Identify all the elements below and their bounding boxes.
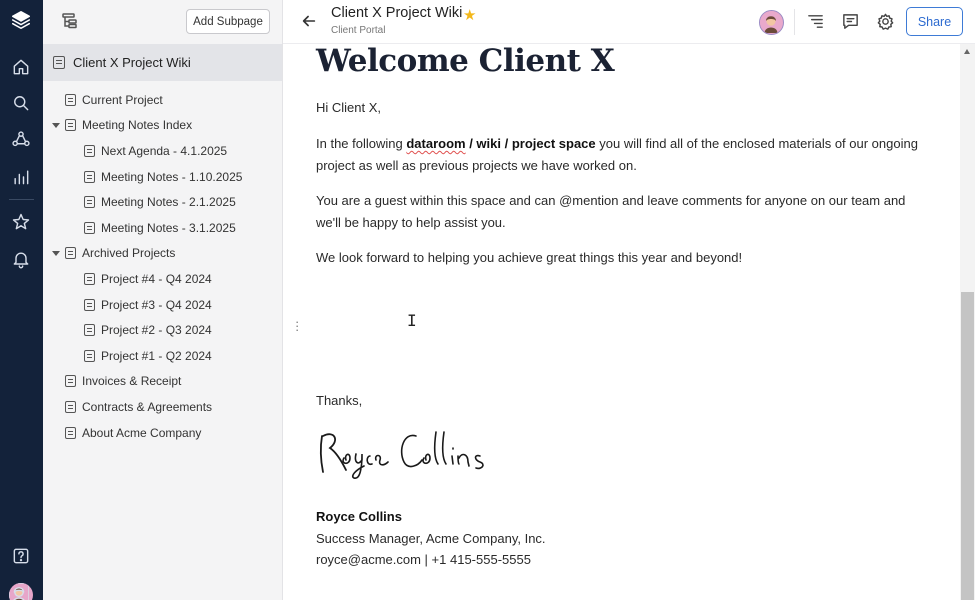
page-icon xyxy=(84,272,95,285)
sidebar-item-label: Meeting Notes - 1.10.2025 xyxy=(101,169,243,184)
intro-text-a: In the following xyxy=(316,136,407,151)
home-icon[interactable] xyxy=(10,56,32,78)
sidebar-item-label: Meeting Notes - 3.1.2025 xyxy=(101,220,236,235)
sidebar-item-project-1[interactable]: Project #1 - Q2 2024 xyxy=(43,343,282,369)
team-icon[interactable] xyxy=(10,129,32,151)
sidebar-item-label: Meeting Notes Index xyxy=(82,118,193,133)
signer-name[interactable]: Royce Collins xyxy=(316,506,931,528)
sidebar-item-contracts[interactable]: Contracts & Agreements xyxy=(43,394,282,420)
sidebar-item-label: Contracts & Agreements xyxy=(82,399,213,414)
page-icon xyxy=(65,426,76,439)
help-icon[interactable] xyxy=(10,545,32,567)
app-logo-icon[interactable] xyxy=(10,9,32,31)
sidebar-item-project-4[interactable]: Project #4 - Q4 2024 xyxy=(43,266,282,292)
sidebar-root-page[interactable]: Client X Project Wiki xyxy=(43,44,282,81)
sidebar-item-label: Project #4 - Q4 2024 xyxy=(101,271,212,286)
breadcrumb[interactable]: Client Portal xyxy=(331,25,385,36)
sidebar-item-label: Invoices & Receipt xyxy=(82,374,182,389)
user-avatar[interactable] xyxy=(9,583,33,600)
signature-image xyxy=(316,422,506,482)
comments-icon[interactable] xyxy=(841,12,861,32)
sidebar-item-label: Meeting Notes - 2.1.2025 xyxy=(101,195,236,210)
scrollbar-thumb[interactable] xyxy=(961,292,974,600)
page-icon xyxy=(84,349,95,362)
favorite-star-icon[interactable]: ★ xyxy=(463,6,476,24)
chevron-down-icon[interactable] xyxy=(52,122,60,128)
sidebar-toolbar: Add Subpage xyxy=(43,0,282,44)
sidebar-item-label: Archived Projects xyxy=(82,246,176,261)
greeting-paragraph[interactable]: Hi Client X, xyxy=(316,97,931,119)
page-title[interactable]: Welcome Client X xyxy=(316,44,615,79)
sidebar-item-label: Next Agenda - 4.1.2025 xyxy=(101,143,228,158)
guest-paragraph[interactable]: You are a guest within this space and ca… xyxy=(316,190,931,233)
analytics-icon[interactable] xyxy=(10,166,32,188)
signer-title[interactable]: Success Manager, Acme Company, Inc. xyxy=(316,528,931,550)
scroll-up-arrow-icon[interactable] xyxy=(964,49,970,54)
sidebar-item-label: Project #3 - Q4 2024 xyxy=(101,297,212,312)
text-cursor-icon: I xyxy=(407,311,417,330)
sidebar-item-meeting-notes-2[interactable]: Meeting Notes - 2.1.2025 xyxy=(43,189,282,215)
collaborator-avatar[interactable] xyxy=(759,10,784,35)
sidebar-item-label: Project #2 - Q3 2024 xyxy=(101,323,212,338)
page-icon xyxy=(84,221,95,234)
sidebar-item-archived-projects[interactable]: Archived Projects xyxy=(43,241,282,267)
star-icon[interactable] xyxy=(10,211,32,233)
signer-contact[interactable]: royce@acme.com | +1 415-555-5555 xyxy=(316,549,931,571)
share-button[interactable]: Share xyxy=(906,7,963,36)
sidebar-item-meeting-notes-index[interactable]: Meeting Notes Index xyxy=(43,113,282,139)
page-tree-sidebar: Add Subpage Client X Project Wiki Curren… xyxy=(43,0,283,600)
page-icon xyxy=(65,247,76,260)
sidebar-item-meeting-notes-1[interactable]: Meeting Notes - 1.10.2025 xyxy=(43,164,282,190)
sidebar-item-label: Project #1 - Q2 2024 xyxy=(101,348,212,363)
page-tree-icon[interactable] xyxy=(61,12,79,30)
closing-paragraph[interactable]: We look forward to helping you achieve g… xyxy=(316,247,931,269)
page-icon xyxy=(84,324,95,337)
sidebar-item-invoices[interactable]: Invoices & Receipt xyxy=(43,369,282,395)
page-icon xyxy=(84,170,95,183)
bell-icon[interactable] xyxy=(10,248,32,270)
add-subpage-button[interactable]: Add Subpage xyxy=(186,9,270,34)
page-icon xyxy=(65,375,76,388)
thanks-text[interactable]: Thanks, xyxy=(316,390,931,412)
spellcheck-word[interactable]: dataroom xyxy=(406,136,465,151)
sidebar-item-project-3[interactable]: Project #3 - Q4 2024 xyxy=(43,292,282,318)
intro-bold-text: / wiki / project space xyxy=(465,136,596,151)
sidebar-item-label: Current Project xyxy=(82,92,163,107)
page-icon xyxy=(84,298,95,311)
page-icon xyxy=(84,196,95,209)
page-icon xyxy=(53,56,65,69)
page-icon xyxy=(65,119,76,132)
drag-handle-icon[interactable]: · · · xyxy=(295,315,301,336)
outline-icon[interactable] xyxy=(806,12,826,32)
sidebar-item-current-project[interactable]: Current Project xyxy=(43,87,282,113)
sidebar-root-label: Client X Project Wiki xyxy=(73,55,191,70)
sidebar-item-project-2[interactable]: Project #2 - Q3 2024 xyxy=(43,317,282,343)
app-nav-rail xyxy=(0,0,43,600)
page-title-header: Client X Project Wiki xyxy=(331,5,463,21)
gear-icon[interactable] xyxy=(876,12,896,32)
sidebar-item-about[interactable]: About Acme Company xyxy=(43,420,282,446)
back-arrow-icon[interactable] xyxy=(300,12,320,32)
page-icon xyxy=(65,400,76,413)
header-divider xyxy=(794,9,795,35)
sidebar-item-label: About Acme Company xyxy=(82,425,202,440)
document-body[interactable]: Welcome Client X Hi Client X, In the fol… xyxy=(283,44,960,600)
chevron-down-icon[interactable] xyxy=(52,250,60,256)
page-icon xyxy=(84,144,95,157)
intro-paragraph[interactable]: In the following dataroom / wiki / proje… xyxy=(316,133,931,176)
page-tree: Current Project Meeting Notes Index Next… xyxy=(43,81,282,445)
vertical-scrollbar[interactable] xyxy=(960,44,975,600)
sidebar-item-next-agenda[interactable]: Next Agenda - 4.1.2025 xyxy=(43,138,282,164)
rail-divider xyxy=(9,199,34,200)
page-icon xyxy=(65,93,76,106)
page-header: Client X Project Wiki ★ Client Portal Sh… xyxy=(283,0,975,44)
search-icon[interactable] xyxy=(10,92,32,114)
sidebar-item-meeting-notes-3[interactable]: Meeting Notes - 3.1.2025 xyxy=(43,215,282,241)
